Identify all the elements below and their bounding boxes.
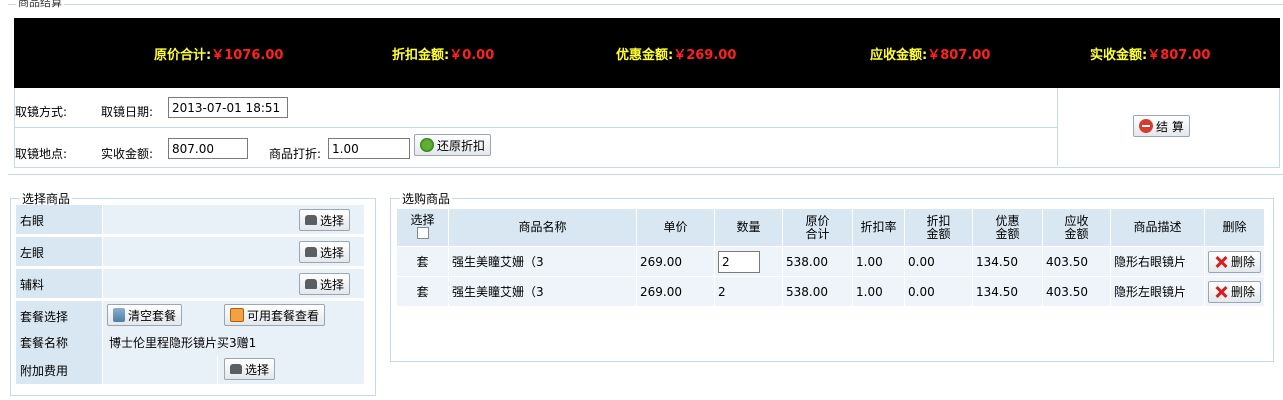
summary-discount-amount: 折扣金额:￥0.00: [392, 48, 495, 63]
table-header-row: 选择 商品名称 单价 数量 原价 合计 折扣率 折扣 金额 优惠 金额 应收 金额 商品…: [396, 208, 1266, 247]
delete-button[interactable]: 删除: [1208, 250, 1262, 273]
row-unit-price: 269.00: [636, 276, 715, 307]
extra-fee-label: 附加费用: [16, 355, 102, 384]
right-eye-select-button[interactable]: 选择: [299, 209, 351, 231]
binoculars-icon: [305, 215, 317, 225]
extra-fee-row: 附加费用 选择: [16, 355, 364, 385]
pickup-method-label: 取镜方式:: [15, 105, 68, 119]
select-all-checkbox[interactable]: [416, 226, 429, 239]
left-eye-label: 左眼: [16, 237, 102, 266]
row-description: 隐形左眼镜片: [1110, 276, 1205, 307]
package-name-label: 套餐名称: [16, 327, 102, 356]
accessory-label: 辅料: [16, 269, 102, 298]
row-description: 隐形右眼镜片: [1110, 246, 1205, 277]
checkout-form: 取镜方式: 取镜日期: 取镜地点: 实收金额: 商品打折: 还原折扣 结 算: [14, 88, 1280, 168]
divider: [15, 127, 1057, 128]
col-original-total: 原价 合计: [782, 208, 853, 247]
minus-circle-icon: [1139, 119, 1153, 133]
row-type: 套: [396, 276, 449, 307]
col-receivable: 应收 金额: [1042, 208, 1111, 247]
summary-original-total: 原价合计:￥1076.00: [154, 48, 284, 63]
selected-goods-table: 选择 商品名称 单价 数量 原价 合计 折扣率 折扣 金额 优惠 金额 应收 金额 商品…: [396, 208, 1266, 307]
binoculars-icon: [305, 279, 317, 289]
package-icon: [230, 308, 244, 322]
right-eye-label: 右眼: [16, 205, 102, 234]
refresh-icon: [420, 138, 434, 152]
row-type: 套: [396, 246, 449, 277]
row-receivable: 403.50: [1042, 246, 1111, 277]
quantity-input[interactable]: [718, 250, 760, 273]
col-discount-amount: 折扣 金额: [904, 208, 973, 247]
col-select: 选择: [396, 208, 449, 247]
summary-receivable: 应收金额:￥807.00: [870, 48, 991, 63]
paid-amount-label: 实收金额:: [101, 147, 154, 161]
delete-x-icon: [1214, 285, 1228, 299]
delete-x-icon: [1214, 255, 1228, 269]
row-name: 强生美瞳艾姗（3: [448, 276, 637, 307]
divider: [1057, 88, 1058, 166]
row-promo-amount: 134.50: [972, 276, 1043, 307]
left-eye-select-button[interactable]: 选择: [299, 241, 351, 263]
trash-icon: [113, 308, 125, 322]
extra-fee-select-button[interactable]: 选择: [224, 358, 276, 380]
col-quantity: 数量: [714, 208, 783, 247]
row-name: 强生美瞳艾姗（3: [448, 246, 637, 277]
row-quantity: 2: [714, 276, 783, 307]
accessory-row: 辅料 选择: [16, 269, 364, 299]
row-receivable: 403.50: [1042, 276, 1111, 307]
pickup-place-label: 取镜地点:: [15, 147, 68, 161]
paid-amount-input[interactable]: [168, 138, 248, 159]
table-row: 套 强生美瞳艾姗（3 269.00 2 538.00 1.00 0.00 134…: [396, 276, 1266, 307]
package-select-label: 套餐选择: [16, 301, 102, 330]
accessory-select-button[interactable]: 选择: [299, 273, 351, 295]
delete-button[interactable]: 删除: [1208, 280, 1262, 303]
summary-promo-amount: 优惠金额:￥269.00: [616, 48, 737, 63]
checkout-button[interactable]: 结 算: [1133, 115, 1190, 137]
col-promo-amount: 优惠 金额: [972, 208, 1043, 247]
right-eye-row: 右眼 选择: [16, 205, 364, 235]
package-name-row: 套餐名称 博士伦里程隐形镜片买3赠1: [16, 327, 364, 357]
restore-discount-button[interactable]: 还原折扣: [414, 134, 492, 156]
left-eye-row: 左眼 选择: [16, 237, 364, 267]
selected-goods-title: 选购商品: [400, 190, 453, 207]
col-discount-rate: 折扣率: [852, 208, 905, 247]
binoculars-icon: [305, 247, 317, 257]
col-delete: 删除: [1203, 208, 1266, 247]
divider: [8, 174, 1283, 175]
col-name: 商品名称: [448, 208, 637, 247]
summary-paid: 实收金额:￥807.00: [1090, 48, 1211, 63]
pickup-date-label: 取镜日期:: [101, 105, 154, 119]
pickup-date-input[interactable]: [168, 97, 288, 118]
summary-bar: 原价合计:￥1076.00 折扣金额:￥0.00 优惠金额:￥269.00 应收…: [14, 18, 1280, 88]
row-original-total: 538.00: [782, 276, 853, 307]
row-promo-amount: 134.50: [972, 246, 1043, 277]
col-unit-price: 单价: [636, 208, 715, 247]
clear-package-button[interactable]: 清空套餐: [107, 304, 183, 326]
row-discount-rate: 1.00: [852, 246, 905, 277]
discount-input[interactable]: [328, 138, 410, 159]
row-discount-amount: 0.00: [904, 276, 973, 307]
col-description: 商品描述: [1110, 208, 1205, 247]
view-package-button[interactable]: 可用套餐查看: [224, 304, 326, 326]
package-name-value: 博士伦里程隐形镜片买3赠1: [103, 327, 364, 356]
binoculars-icon: [230, 364, 242, 374]
row-discount-amount: 0.00: [904, 246, 973, 277]
row-discount-rate: 1.00: [852, 276, 905, 307]
discount-label: 商品打折:: [269, 147, 322, 161]
row-original-total: 538.00: [782, 246, 853, 277]
section-title: 商品结算: [16, 0, 64, 10]
table-row: 套 强生美瞳艾姗（3 269.00 538.00 1.00 0.00 134.5…: [396, 246, 1266, 277]
row-unit-price: 269.00: [636, 246, 715, 277]
